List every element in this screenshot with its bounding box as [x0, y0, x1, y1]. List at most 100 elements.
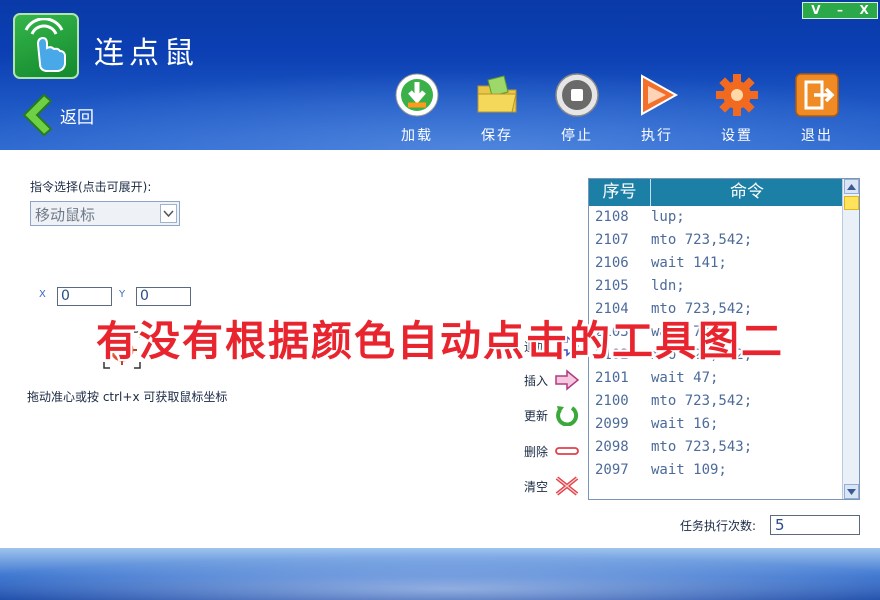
exit-button[interactable]: 退出: [789, 72, 845, 145]
back-arrow-icon: [22, 93, 53, 137]
crosshair-icon: [103, 331, 141, 369]
list-row[interactable]: 2101 wait 47;: [589, 367, 859, 390]
list-row[interactable]: 2107 mto 723,542;: [589, 229, 859, 252]
row-command: mto 723,542;: [651, 301, 753, 317]
row-index: 2103: [595, 324, 629, 340]
append-arrow-icon: [555, 335, 580, 357]
row-command: wait 16;: [651, 416, 719, 432]
list-row[interactable]: 2106 wait 141;: [589, 252, 859, 275]
row-command: wait 141;: [651, 255, 727, 271]
row-command: mto 723,542;: [651, 232, 753, 248]
clear-x-icon: [555, 476, 579, 496]
row-command: wait 73;: [651, 324, 719, 340]
row-index: 2107: [595, 232, 629, 248]
load-icon: [395, 73, 439, 117]
save-folder-icon: [477, 75, 517, 113]
stop-icon: [555, 73, 599, 117]
row-command: mto 723,543;: [651, 439, 753, 455]
footer-wave: [0, 554, 880, 600]
update-button[interactable]: 更新: [524, 404, 580, 426]
scroll-thumb[interactable]: [844, 196, 859, 210]
stop-label: 停止: [561, 128, 593, 144]
update-label: 更新: [524, 408, 549, 423]
chevron-down-icon: [847, 488, 856, 495]
delete-button[interactable]: 删除: [524, 440, 580, 462]
header-bar: V – X 连点鼠 返回 加载 保存 停止 执行 设置 退出: [0, 0, 880, 150]
append-button[interactable]: 追加: [524, 335, 580, 357]
command-select[interactable]: 移动鼠标: [30, 201, 180, 226]
exit-icon: [795, 73, 839, 117]
close-button[interactable]: X: [859, 3, 868, 18]
scroll-up-button[interactable]: [844, 179, 859, 194]
task-count-input[interactable]: 5: [770, 515, 860, 535]
y-input[interactable]: 0: [136, 287, 191, 306]
app-title: 连点鼠: [94, 36, 199, 71]
settings-button[interactable]: 设置: [709, 72, 765, 145]
row-command: wait 47;: [651, 370, 719, 386]
row-index: 2098: [595, 439, 629, 455]
row-index: 2105: [595, 278, 629, 294]
list-row[interactable]: 2098 mto 723,543;: [589, 436, 859, 459]
task-count-label: 任务执行次数:: [680, 519, 757, 533]
list-row[interactable]: 2105 ldn;: [589, 275, 859, 298]
clear-label: 清空: [524, 479, 549, 494]
insert-button[interactable]: 插入: [524, 369, 580, 391]
header-command: 命令: [730, 182, 764, 202]
list-row[interactable]: 2103 wait 73;: [589, 321, 859, 344]
drag-hint-text: 拖动准心或按 ctrl+x 可获取鼠标坐标: [27, 390, 228, 404]
save-label: 保存: [481, 128, 513, 144]
x-input[interactable]: 0: [57, 287, 112, 306]
back-button[interactable]: 返回: [18, 92, 94, 138]
exit-label: 退出: [801, 128, 833, 144]
y-label: Y: [119, 289, 126, 300]
app-logo: [13, 13, 79, 79]
row-command: ldn;: [651, 278, 685, 294]
run-button[interactable]: 执行: [629, 72, 685, 145]
row-index: 2106: [595, 255, 629, 271]
list-header: 序号 命令: [589, 179, 859, 206]
crosshair-target[interactable]: [102, 330, 142, 370]
list-row[interactable]: 2108 lup;: [589, 206, 859, 229]
window-controls: V – X: [802, 2, 878, 19]
delete-label: 删除: [524, 444, 549, 459]
save-button[interactable]: 保存: [469, 72, 525, 145]
insert-label: 插入: [524, 373, 549, 388]
list-scrollbar[interactable]: [842, 179, 859, 499]
row-command: mto 723,542;: [651, 393, 753, 409]
hand-click-icon: [24, 18, 66, 72]
refresh-icon: [556, 406, 579, 426]
command-select-label: 指令选择(点击可展开):: [30, 180, 152, 194]
scroll-down-button[interactable]: [844, 484, 859, 499]
footer-bar: [0, 548, 880, 600]
list-row[interactable]: 2102 mto 723,542;: [589, 344, 859, 367]
play-icon: [641, 74, 679, 116]
row-index: 2099: [595, 416, 629, 432]
row-index: 2100: [595, 393, 629, 409]
row-index: 2102: [595, 347, 629, 363]
load-label: 加载: [401, 128, 433, 144]
chevron-down-icon[interactable]: [160, 204, 177, 223]
back-label: 返回: [60, 107, 94, 128]
row-command: wait 109;: [651, 462, 727, 478]
row-index: 2108: [595, 209, 629, 225]
header-index: 序号: [589, 179, 651, 206]
row-command: mto 723,542;: [651, 347, 753, 363]
list-rows: 2108 lup; 2107 mto 723,542; 2106 wait 141; …: [589, 206, 859, 482]
load-button[interactable]: 加载: [389, 72, 445, 145]
row-command: lup;: [651, 209, 685, 225]
command-select-value: 移动鼠标: [35, 206, 96, 224]
minimize-v-button[interactable]: V: [811, 3, 820, 18]
list-row[interactable]: 2100 mto 723,542;: [589, 390, 859, 413]
minimize-button[interactable]: –: [837, 3, 843, 18]
chevron-up-icon: [847, 183, 856, 190]
stop-button[interactable]: 停止: [549, 72, 605, 145]
list-row[interactable]: 2104 mto 723,542;: [589, 298, 859, 321]
list-row[interactable]: 2097 wait 109;: [589, 459, 859, 482]
command-list[interactable]: 序号 命令 2108 lup; 2107 mto 723,542; 2106 wait…: [588, 178, 860, 500]
clear-button[interactable]: 清空: [524, 475, 580, 497]
settings-label: 设置: [721, 128, 753, 144]
list-row[interactable]: 2099 wait 16;: [589, 413, 859, 436]
x-label: X: [39, 289, 46, 300]
row-index: 2101: [595, 370, 629, 386]
insert-arrow-icon: [555, 369, 580, 391]
